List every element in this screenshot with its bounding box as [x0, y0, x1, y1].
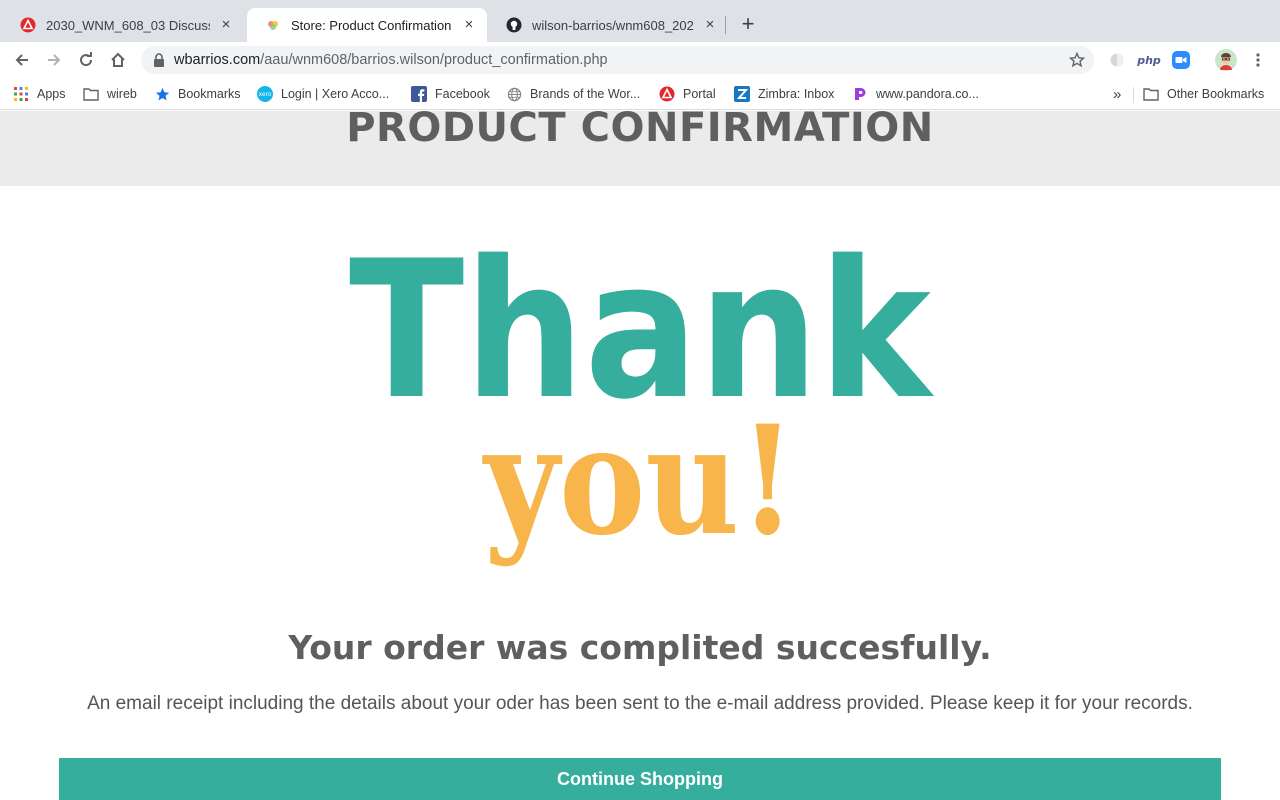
bookmark-wireb[interactable]: wireb: [83, 85, 137, 103]
lock-icon[interactable]: [153, 53, 165, 67]
arrow-left-icon: [15, 54, 28, 66]
close-tab-icon[interactable]: ×: [702, 17, 718, 33]
bookmark-portal[interactable]: Portal: [659, 85, 716, 103]
avatar-icon[interactable]: [1215, 49, 1237, 71]
xero-icon: xero: [257, 86, 273, 102]
tab-title: Store: Product Confirmation: [291, 17, 452, 33]
folder-icon: [1143, 86, 1159, 102]
bookmark-label: Brands of the Wor...: [530, 87, 641, 101]
bookmark-label: Other Bookmarks: [1167, 87, 1265, 101]
bookmark-label: Login | Xero Acco...: [281, 87, 390, 101]
browser-tab-strip: 2030_WNM_608_03 Discussion × Store: Prod…: [0, 0, 1280, 42]
bookmarks-overflow-button[interactable]: »: [1113, 85, 1121, 103]
tab-product-confirmation[interactable]: Store: Product Confirmation ×: [247, 8, 487, 42]
you-word: you!: [482, 393, 796, 569]
kebab-menu-icon[interactable]: [1250, 51, 1266, 69]
star-icon: [154, 86, 170, 102]
bookmark-label: Zimbra: Inbox: [758, 87, 835, 101]
zimbra-icon: [734, 86, 750, 102]
facebook-icon: [411, 86, 427, 102]
circle-extension-icon[interactable]: [1108, 51, 1126, 69]
email-receipt-notice: An email receipt including the details a…: [87, 693, 1193, 714]
forward-button[interactable]: [42, 48, 66, 72]
new-tab-button[interactable]: +: [736, 13, 760, 37]
tab-discussion[interactable]: 2030_WNM_608_03 Discussion ×: [2, 8, 244, 42]
bookmark-brands[interactable]: Brands of the Wor...: [506, 85, 640, 103]
php-icon[interactable]: php: [1137, 51, 1161, 69]
bookmarks-bar: Apps wireb Bookmarks xero Login | Xero A…: [0, 78, 1280, 110]
folder-icon: [83, 86, 99, 102]
pandora-icon: [852, 86, 868, 102]
home-icon: [111, 52, 125, 67]
apps-grid-icon: [13, 86, 29, 102]
address-bar[interactable]: wbarrios.com/aau/wnm608/barrios.wilson/p…: [141, 46, 1094, 74]
bookmark-zimbra[interactable]: Zimbra: Inbox: [734, 85, 834, 103]
close-tab-icon[interactable]: ×: [218, 17, 234, 33]
close-tab-icon[interactable]: ×: [461, 17, 477, 33]
browser-toolbar: wbarrios.com/aau/wnm608/barrios.wilson/p…: [0, 42, 1280, 78]
continue-shopping-button[interactable]: Continue Shopping: [59, 758, 1221, 800]
bookmark-label: Bookmarks: [178, 87, 241, 101]
reload-icon: [80, 52, 93, 67]
bookmark-other[interactable]: Other Bookmarks: [1143, 85, 1264, 103]
order-success-headline: Your order was complited succesfully.: [288, 628, 992, 667]
thank-you-graphic: Thank you!: [349, 241, 934, 569]
arrow-right-icon: [48, 54, 61, 66]
tab-title: wilson-barrios/wnm608_2020: [532, 17, 694, 33]
url-text[interactable]: wbarrios.com/aau/wnm608/barrios.wilson/p…: [174, 52, 608, 68]
bookmarks-divider: [1133, 87, 1134, 103]
bookmark-facebook[interactable]: Facebook: [411, 85, 490, 103]
home-button[interactable]: [106, 48, 130, 72]
bookmark-label: Apps: [37, 87, 66, 101]
tab-github[interactable]: wilson-barrios/wnm608_2020 ×: [488, 8, 728, 42]
bookmark-pandora[interactable]: www.pandora.co...: [852, 85, 979, 103]
bookmark-star-icon[interactable]: [1068, 51, 1086, 68]
bookmark-label: wireb: [107, 87, 137, 101]
tab-divider: [725, 16, 726, 34]
zoom-icon[interactable]: [1172, 51, 1190, 69]
bookmark-apps[interactable]: Apps: [13, 85, 66, 103]
url-path: /aau/wnm608/barrios.wilson/product_confi…: [260, 52, 608, 68]
red-a-icon: [659, 86, 675, 102]
red-a-icon: [20, 17, 36, 33]
bookmark-label: www.pandora.co...: [876, 87, 979, 101]
tab-title: 2030_WNM_608_03 Discussion: [46, 17, 210, 33]
url-host: wbarrios.com: [174, 52, 261, 68]
reload-button[interactable]: [74, 48, 98, 72]
bookmark-label: Portal: [683, 87, 716, 101]
page-hero-banner: PRODUCT CONFIRMATION: [0, 111, 1280, 186]
globe-icon: [506, 86, 522, 102]
bookmark-label: Facebook: [435, 87, 490, 101]
page-content: PRODUCT CONFIRMATION Thank you! Your ord…: [0, 111, 1280, 800]
bookmark-bookmarks[interactable]: Bookmarks: [154, 85, 241, 103]
page-title: PRODUCT CONFIRMATION: [346, 111, 934, 151]
back-button[interactable]: [10, 48, 34, 72]
github-icon: [506, 17, 522, 33]
bookmark-xero[interactable]: xero Login | Xero Acco...: [257, 85, 389, 103]
site-flower-icon: [265, 17, 281, 33]
